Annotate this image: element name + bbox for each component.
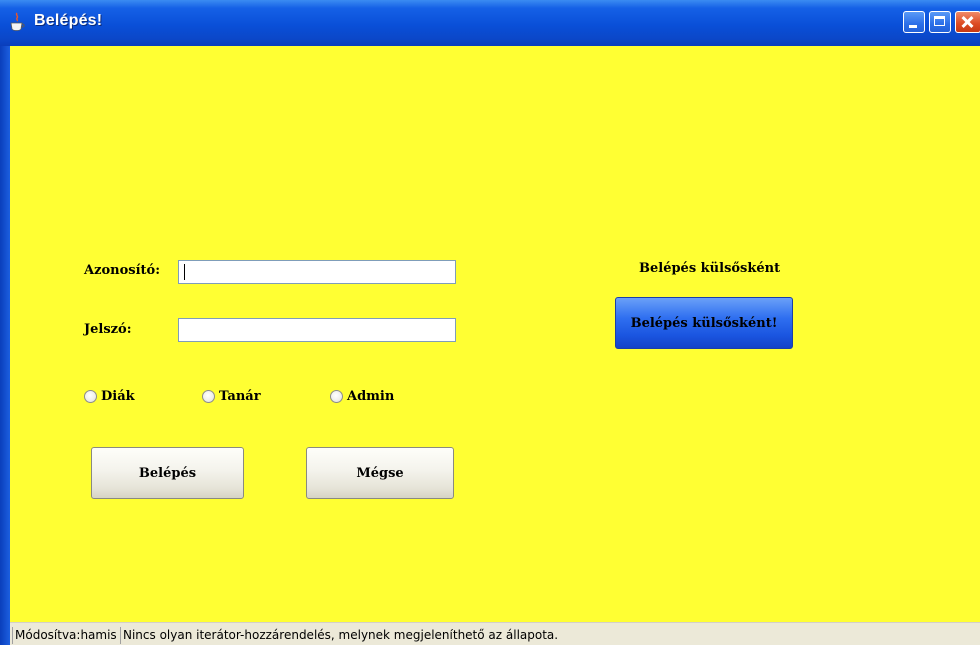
radio-circle-icon <box>202 390 215 403</box>
password-field[interactable] <box>178 318 456 342</box>
radio-circle-icon <box>84 390 97 403</box>
role-radio-tanar[interactable]: Tanár <box>202 389 261 404</box>
role-label: Diák <box>101 389 135 404</box>
role-label: Tanár <box>219 389 261 404</box>
id-label: Azonosító: <box>84 263 160 278</box>
role-radio-diak[interactable]: Diák <box>84 389 135 404</box>
status-message: Nincs olyan iterátor-hozzárendelés, mely… <box>120 627 970 644</box>
close-icon[interactable] <box>955 11 980 33</box>
role-label: Admin <box>347 389 395 404</box>
java-cup-icon <box>10 12 25 31</box>
login-window: Belépés! Azonosító: Jelszó: Diák Tanár A… <box>0 0 980 645</box>
login-button[interactable]: Belépés <box>91 447 244 499</box>
window-frame-left <box>0 46 10 645</box>
title-bar[interactable]: Belépés! <box>0 0 980 47</box>
minimize-icon[interactable] <box>903 11 925 33</box>
text-caret <box>184 264 185 280</box>
role-radio-admin[interactable]: Admin <box>330 389 394 404</box>
status-modified: Módosítva:hamis <box>12 627 118 644</box>
cancel-button[interactable]: Mégse <box>306 447 454 499</box>
id-field[interactable] <box>178 260 456 284</box>
status-bar: Módosítva:hamis Nincs olyan iterátor-hoz… <box>10 622 980 645</box>
external-login-heading: Belépés külsősként <box>639 261 781 276</box>
external-login-button[interactable]: Belépés külsősként! <box>615 297 793 349</box>
content-panel: Azonosító: Jelszó: Diák Tanár Admin Belé… <box>10 46 980 622</box>
radio-circle-icon <box>330 390 343 403</box>
password-label: Jelszó: <box>84 322 132 337</box>
maximize-icon[interactable] <box>929 11 951 33</box>
window-title: Belépés! <box>34 12 103 29</box>
